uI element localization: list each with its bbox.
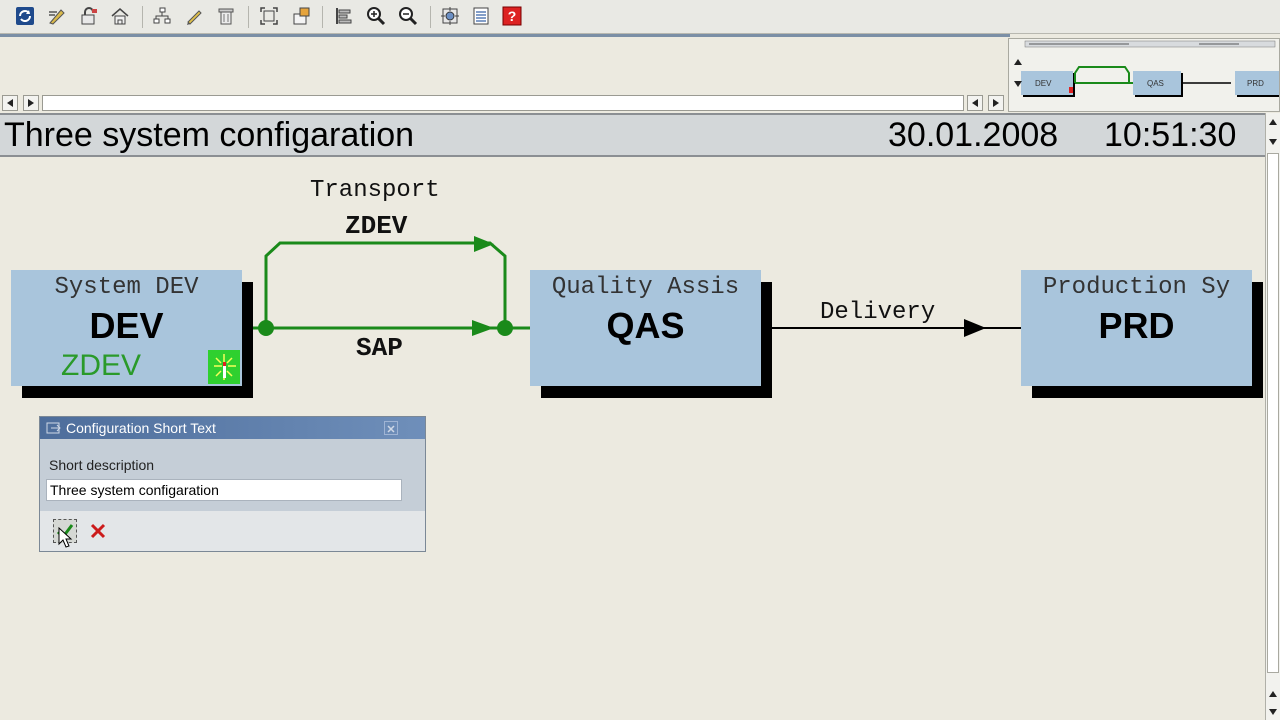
short-description-label: Short description (49, 457, 155, 473)
trash-icon[interactable] (214, 4, 238, 28)
dialog-window-icon (46, 421, 62, 440)
scroll-right-button[interactable] (988, 95, 1004, 111)
scroll-down-button[interactable] (1266, 705, 1280, 719)
dialog-body: Short description (40, 439, 425, 511)
edit-icon[interactable] (45, 4, 69, 28)
vertical-scrollbar[interactable] (1265, 113, 1280, 720)
overview-node-prd: PRD (1247, 79, 1264, 88)
overview-node-qas: QAS (1147, 79, 1164, 88)
export-icon[interactable] (289, 4, 313, 28)
scroll-down-small-button[interactable] (1266, 135, 1280, 149)
configuration-header: Three system configaration 30.01.2008 10… (0, 113, 1265, 157)
scroll-up-button[interactable] (1266, 115, 1280, 129)
node-prd-id: PRD (1098, 305, 1175, 346)
svg-text:?: ? (508, 8, 517, 24)
overview-node-dev: DEV (1035, 79, 1052, 88)
route-start-dot (258, 320, 274, 336)
highlight-icon (208, 350, 240, 384)
transport-route-line (264, 241, 507, 328)
toolbar-divider (0, 34, 1010, 37)
application-toolbar: ? (0, 0, 1280, 34)
transport-route-label: Transport (310, 177, 440, 204)
scroll-left-end-button[interactable] (967, 95, 983, 111)
node-qas[interactable]: Quality Assis QAS (530, 270, 761, 386)
overview-scroll-down[interactable] (1011, 77, 1025, 91)
dialog-header[interactable]: Configuration Short Text (40, 417, 425, 439)
refresh-icon[interactable] (13, 4, 37, 28)
node-qas-label: Quality Assis (551, 274, 740, 301)
overview-map[interactable]: DEV QAS PRD (1008, 38, 1280, 112)
mouse-cursor-icon (58, 526, 74, 554)
node-dev[interactable]: System DEV DEV ZDEV (11, 270, 242, 386)
header-date: 30.01.2008 (888, 116, 1059, 154)
dialog-footer (40, 511, 425, 551)
configuration-short-text-dialog: Configuration Short Text Short descripti… (39, 416, 426, 552)
transport-layer-label: ZDEV (345, 211, 408, 241)
node-qas-id: QAS (606, 305, 685, 346)
list-icon[interactable] (469, 4, 493, 28)
align-icon[interactable] (332, 4, 356, 28)
sap-route-arrow (472, 320, 494, 336)
dialog-close-icon[interactable] (384, 421, 398, 435)
fit-screen-icon[interactable] (257, 4, 281, 28)
scroll-right-small-button[interactable] (23, 95, 39, 111)
node-prd[interactable]: Production Sy PRD (1021, 270, 1252, 386)
node-prd-label: Production Sy (1042, 274, 1231, 301)
horizontal-scrollbar[interactable] (0, 94, 1010, 112)
cancel-icon[interactable] (87, 519, 109, 543)
node-dev-id: DEV (89, 305, 164, 346)
vertical-scroll-track[interactable] (1267, 153, 1279, 673)
delivery-route-arrow (964, 319, 986, 337)
zoom-in-icon[interactable] (364, 4, 388, 28)
zoom-out-icon[interactable] (396, 4, 420, 28)
help-icon[interactable]: ? (500, 4, 524, 28)
page-title: Three system configaration (4, 116, 415, 154)
overview-scroll-up[interactable] (1011, 55, 1025, 69)
node-dev-label: System DEV (54, 274, 199, 301)
settings-icon[interactable] (438, 4, 462, 28)
delivery-route-label: Delivery (820, 299, 936, 326)
scroll-track[interactable] (42, 95, 964, 111)
node-dev-sub: ZDEV (61, 349, 142, 382)
sap-layer-label: SAP (356, 333, 403, 363)
dialog-title: Configuration Short Text (66, 420, 216, 436)
scroll-left-button[interactable] (2, 95, 18, 111)
scroll-up-end-button[interactable] (1266, 687, 1280, 701)
hierarchy-icon[interactable] (150, 4, 174, 28)
transport-route-arrow (474, 236, 494, 252)
short-description-input[interactable] (46, 479, 402, 501)
header-time: 10:51:30 (1104, 116, 1237, 154)
home-icon[interactable] (108, 4, 132, 28)
route-end-dot (497, 320, 513, 336)
lock-icon[interactable] (77, 4, 101, 28)
pencil-icon[interactable] (182, 4, 206, 28)
